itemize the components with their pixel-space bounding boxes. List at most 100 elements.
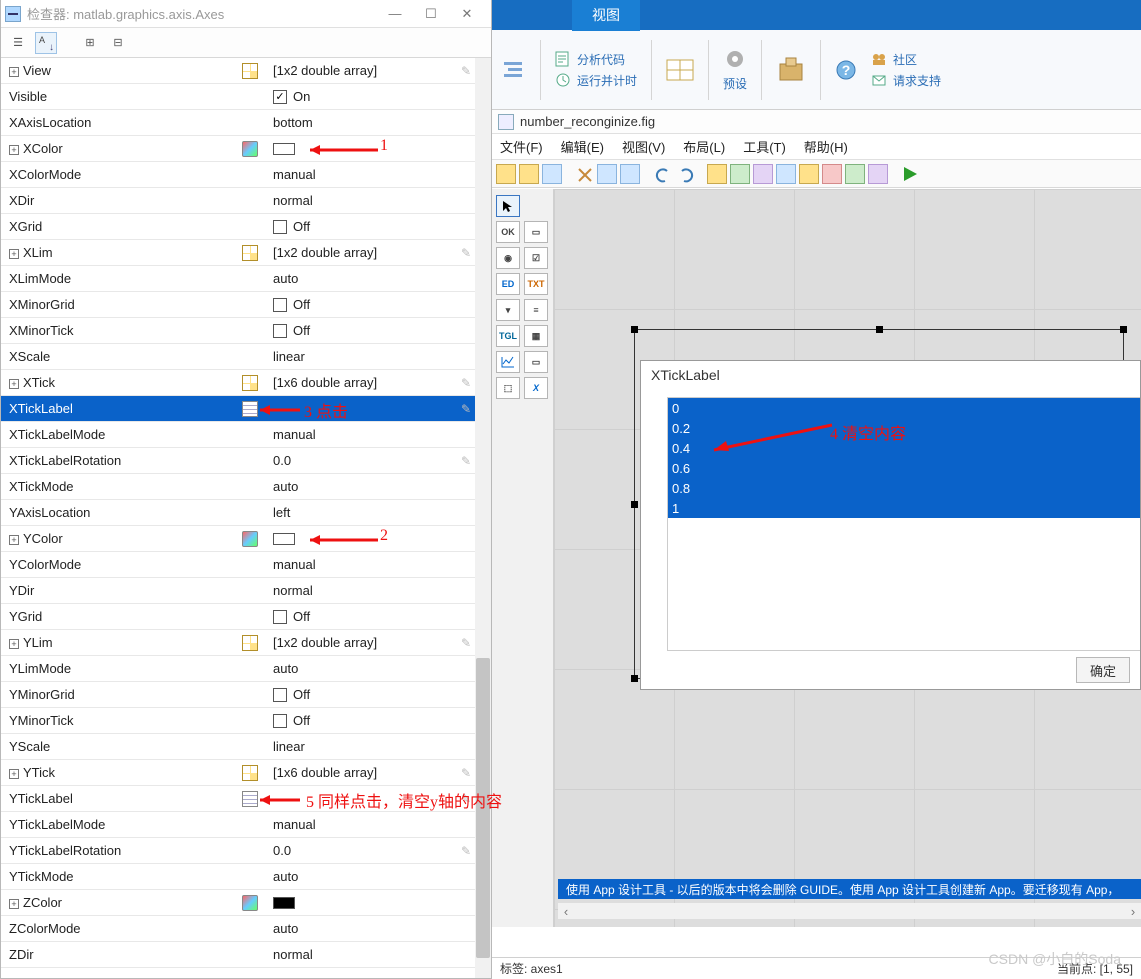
- property-row[interactable]: YColorModemanual: [1, 552, 476, 578]
- property-row[interactable]: XTickLabelModemanual: [1, 422, 476, 448]
- color-swatch[interactable]: [273, 897, 295, 909]
- expand-toggle[interactable]: +: [9, 769, 19, 779]
- property-row[interactable]: XMinorTickOff: [1, 318, 476, 344]
- radio-tool[interactable]: ◉: [496, 247, 520, 269]
- edit-icon[interactable]: [242, 401, 258, 417]
- pencil-icon[interactable]: ✎: [456, 454, 476, 468]
- close-button[interactable]: ✕: [449, 6, 485, 22]
- canvas-hscroll[interactable]: ‹›: [558, 903, 1141, 919]
- tick-label-line[interactable]: 0.8: [668, 478, 1140, 498]
- toggle-tool[interactable]: TGL: [496, 325, 520, 347]
- property-row[interactable]: YMinorTickOff: [1, 708, 476, 734]
- checkbox[interactable]: [273, 610, 287, 624]
- checkbox[interactable]: [273, 324, 287, 338]
- pushbutton-tool[interactable]: OK: [496, 221, 520, 243]
- property-row[interactable]: XTickLabelRotation0.0✎: [1, 448, 476, 474]
- pencil-icon[interactable]: ✎: [456, 792, 476, 806]
- property-row[interactable]: YTickModeauto: [1, 864, 476, 890]
- menu-help[interactable]: 帮助(H): [804, 137, 848, 156]
- pencil-icon[interactable]: ✎: [456, 402, 476, 416]
- color-picker-icon[interactable]: [242, 141, 258, 157]
- pencil-icon[interactable]: ✎: [456, 636, 476, 650]
- tick-label-line[interactable]: 0.6: [668, 458, 1140, 478]
- property-row[interactable]: YTickLabelRotation0.0✎: [1, 838, 476, 864]
- pencil-icon[interactable]: ✎: [456, 844, 476, 858]
- checkbox-tool[interactable]: ☑: [524, 247, 548, 269]
- grid-icon[interactable]: [242, 635, 258, 651]
- axes-tool[interactable]: [496, 351, 520, 373]
- menu-editor-icon[interactable]: [753, 164, 773, 184]
- slider-tool[interactable]: ▭: [524, 221, 548, 243]
- help-icon[interactable]: ?: [835, 59, 857, 81]
- checkbox[interactable]: [273, 714, 287, 728]
- listbox-tool[interactable]: ≡: [524, 299, 548, 321]
- property-row[interactable]: +XColor: [1, 136, 476, 162]
- color-picker-icon[interactable]: [242, 531, 258, 547]
- cut-icon[interactable]: [574, 164, 594, 184]
- property-row[interactable]: XDirnormal: [1, 188, 476, 214]
- addons-icon[interactable]: [776, 56, 806, 84]
- property-row[interactable]: +YTick[1x6 double array]✎: [1, 760, 476, 786]
- copy-icon[interactable]: [597, 164, 617, 184]
- property-row[interactable]: XColorModemanual: [1, 162, 476, 188]
- grid-icon[interactable]: [242, 63, 258, 79]
- ok-button[interactable]: 确定: [1076, 657, 1130, 683]
- checkbox[interactable]: [273, 298, 287, 312]
- pencil-icon[interactable]: ✎: [456, 376, 476, 390]
- tab-view[interactable]: 视图: [572, 0, 640, 31]
- expand-toggle[interactable]: +: [9, 639, 19, 649]
- property-row[interactable]: XAxisLocationbottom: [1, 110, 476, 136]
- popup-tool[interactable]: ▾: [496, 299, 520, 321]
- property-icon[interactable]: [868, 164, 888, 184]
- property-row[interactable]: +YLim[1x2 double array]✎: [1, 630, 476, 656]
- object-browser-icon[interactable]: [845, 164, 865, 184]
- property-row[interactable]: YScalelinear: [1, 734, 476, 760]
- property-row[interactable]: +XTick[1x6 double array]✎: [1, 370, 476, 396]
- expand-toggle[interactable]: +: [9, 67, 19, 77]
- property-row[interactable]: +YColor: [1, 526, 476, 552]
- table-tool[interactable]: ▦: [524, 325, 548, 347]
- paste-icon[interactable]: [620, 164, 640, 184]
- property-row[interactable]: +ZColor: [1, 890, 476, 916]
- property-row[interactable]: YGridOff: [1, 604, 476, 630]
- property-row[interactable]: XTickLabel✎: [1, 396, 476, 422]
- checkbox[interactable]: ✓: [273, 90, 287, 104]
- menu-view[interactable]: 视图(V): [622, 137, 665, 156]
- tab-order-icon[interactable]: [776, 164, 796, 184]
- property-row[interactable]: ZDirnormal: [1, 942, 476, 968]
- grid-icon[interactable]: [242, 375, 258, 391]
- tick-label-line[interactable]: 1: [668, 498, 1140, 518]
- menu-layout[interactable]: 布局(L): [683, 137, 725, 156]
- sort-icon[interactable]: [35, 32, 57, 54]
- editor-icon[interactable]: [822, 164, 842, 184]
- pointer-tool[interactable]: [496, 195, 520, 217]
- tick-label-line[interactable]: 0.2: [668, 418, 1140, 438]
- maximize-button[interactable]: ☐: [413, 6, 449, 22]
- distribute-icon[interactable]: [730, 164, 750, 184]
- expand-toggle[interactable]: +: [9, 145, 19, 155]
- run-icon[interactable]: [900, 164, 920, 184]
- gear-icon[interactable]: [723, 47, 747, 71]
- dialog-textarea[interactable]: 00.20.40.60.81: [667, 397, 1140, 651]
- analyze-label[interactable]: 分析代码: [577, 51, 625, 68]
- pencil-icon[interactable]: ✎: [456, 246, 476, 260]
- color-picker-icon[interactable]: [242, 895, 258, 911]
- property-row[interactable]: XTickModeauto: [1, 474, 476, 500]
- property-row[interactable]: ZColorModeauto: [1, 916, 476, 942]
- color-swatch[interactable]: [273, 533, 295, 545]
- property-row[interactable]: XLimModeauto: [1, 266, 476, 292]
- property-row[interactable]: Visible✓On: [1, 84, 476, 110]
- expand-toggle[interactable]: +: [9, 899, 19, 909]
- collapse-icon[interactable]: ⊟: [107, 32, 129, 54]
- run-time-label[interactable]: 运行并计时: [577, 72, 637, 89]
- property-row[interactable]: YDirnormal: [1, 578, 476, 604]
- pencil-icon[interactable]: ✎: [456, 64, 476, 78]
- checkbox[interactable]: [273, 688, 287, 702]
- panel-tool[interactable]: ▭: [524, 351, 548, 373]
- property-row[interactable]: +View[1x2 double array]✎: [1, 58, 476, 84]
- expand-toggle[interactable]: +: [9, 249, 19, 259]
- tick-label-line[interactable]: 0: [668, 398, 1140, 418]
- indent-icon[interactable]: [502, 58, 526, 82]
- text-tool[interactable]: TXT: [524, 273, 548, 295]
- inspector-scrollbar[interactable]: [475, 58, 491, 978]
